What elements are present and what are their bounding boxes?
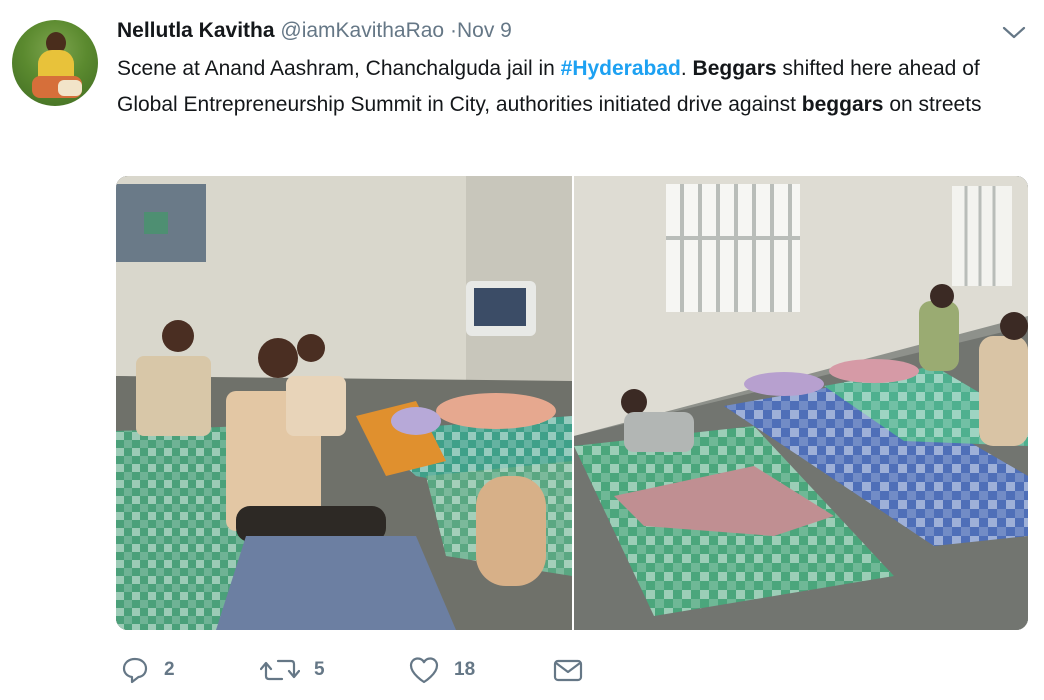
reply-count: 2 [164, 659, 175, 680]
reply-icon [120, 655, 150, 685]
user-handle[interactable]: @iamKavithaRao [280, 19, 444, 42]
tweet-header: Nellutla Kavitha @iamKavithaRao ·Nov 9 [117, 18, 512, 44]
tweet-date[interactable]: Nov 9 [457, 19, 512, 42]
chevron-down-icon[interactable] [1000, 21, 1028, 43]
tweet-text: Scene at Anand Aashram, Chanchalguda jai… [117, 51, 1027, 123]
envelope-icon [552, 655, 584, 685]
display-name[interactable]: Nellutla Kavitha [117, 19, 275, 42]
retweet-button[interactable]: 5 [260, 652, 325, 688]
tweet-text-bold: beggars [801, 93, 884, 116]
heart-icon [408, 655, 440, 685]
reply-button[interactable]: 2 [120, 652, 175, 688]
separator-dot: · [449, 19, 457, 42]
photo-people-sleeping-mats[interactable] [574, 176, 1028, 630]
retweet-count: 5 [314, 659, 325, 680]
media-grid [116, 176, 1028, 630]
tweet-text-bold: Beggars [692, 57, 777, 80]
photo-people-tv-room[interactable] [116, 176, 572, 630]
tweet-text-part: on streets [883, 93, 982, 116]
retweet-icon [260, 655, 300, 685]
hashtag-link[interactable]: #Hyderabad [561, 57, 681, 80]
avatar[interactable] [12, 20, 98, 106]
tweet-text-part: Scene at Anand Aashram, Chanchalguda jai… [117, 57, 561, 80]
previous-tweet-edge [80, 0, 370, 4]
like-button[interactable]: 18 [408, 652, 475, 688]
like-count: 18 [454, 659, 476, 680]
direct-message-button[interactable] [552, 652, 584, 688]
tweet-text-part: . [680, 57, 693, 80]
